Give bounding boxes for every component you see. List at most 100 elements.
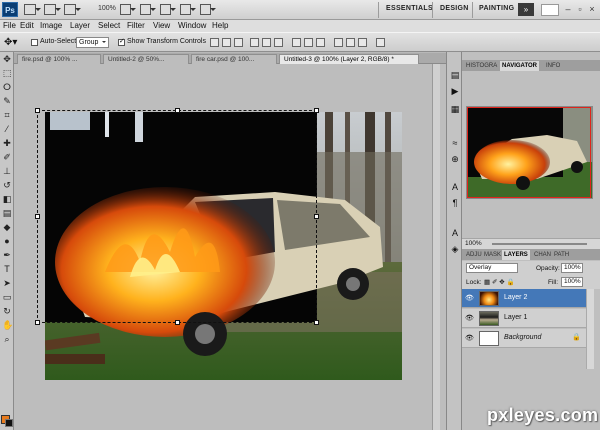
distribute-left-icon[interactable]: [334, 38, 343, 47]
navigator-view-box[interactable]: [467, 107, 591, 198]
menu-edit[interactable]: Edit: [20, 21, 34, 30]
zoom-tool-icon[interactable]: [140, 4, 156, 15]
3d-rotate-tool-icon[interactable]: ↻: [2, 306, 12, 316]
align-vertical-center-icon[interactable]: [222, 38, 231, 47]
dock-actions-icon[interactable]: ▶: [450, 86, 460, 96]
rotate-view-icon[interactable]: [160, 4, 176, 15]
move-tool-icon[interactable]: ✥: [2, 54, 12, 64]
workspace-essentials[interactable]: ESSENTIALS: [386, 5, 433, 12]
minimize-icon[interactable]: –: [563, 4, 573, 15]
menu-filter[interactable]: Filter: [127, 21, 145, 30]
visibility-eye-icon[interactable]: 👁: [465, 314, 474, 323]
tab-layers[interactable]: LAYERS: [502, 250, 530, 260]
dock-3d-icon[interactable]: A: [450, 228, 460, 238]
distribute-center-icon[interactable]: [304, 38, 313, 47]
vertical-scrollbar[interactable]: [432, 64, 440, 430]
pen-tool-icon[interactable]: ✒: [2, 250, 12, 260]
dock-paragraph-icon[interactable]: ¶: [450, 198, 460, 208]
mini-bridge-icon[interactable]: [44, 4, 61, 15]
navigator-zoom-value[interactable]: 100%: [465, 240, 482, 247]
history-brush-tool-icon[interactable]: ↺: [2, 180, 12, 190]
crop-tool-icon[interactable]: ⌗: [2, 110, 12, 120]
distribute-right-icon[interactable]: [358, 38, 367, 47]
document-image[interactable]: [45, 112, 402, 380]
dock-styles-icon[interactable]: ◈: [450, 244, 460, 254]
menu-select[interactable]: Select: [98, 21, 120, 30]
move-tool-preset-icon[interactable]: ✥▾: [4, 37, 17, 48]
quick-select-tool-icon[interactable]: ✎: [2, 96, 12, 106]
distribute-hcenter-icon[interactable]: [346, 38, 355, 47]
menu-view[interactable]: View: [153, 21, 170, 30]
tab-histogram[interactable]: HISTOGRA: [464, 61, 499, 71]
dodge-tool-icon[interactable]: ●: [2, 236, 12, 246]
gradient-tool-icon[interactable]: ▤: [2, 208, 12, 218]
bridge-icon[interactable]: [24, 4, 41, 15]
hand-tool-icon-2[interactable]: ✋: [2, 320, 13, 330]
menu-help[interactable]: Help: [212, 21, 228, 30]
blur-tool-icon[interactable]: ◆: [2, 222, 12, 232]
type-tool-icon[interactable]: T: [2, 264, 12, 274]
tab-navigator[interactable]: NAVIGATOR: [500, 61, 540, 71]
workspace-design[interactable]: DESIGN: [440, 5, 469, 12]
opacity-input[interactable]: 100%: [561, 263, 583, 273]
tab-untitled-3[interactable]: Untitled-3 @ 100% (Layer 2, RGB/8) *: [279, 54, 419, 64]
background-color-swatch[interactable]: [5, 419, 13, 427]
visibility-eye-icon[interactable]: 👁: [465, 334, 474, 343]
dock-brushes-icon[interactable]: ≈: [450, 138, 460, 148]
distribute-top-icon[interactable]: [292, 38, 301, 47]
tab-fire-psd[interactable]: fire.psd @ 100% ...: [17, 54, 101, 64]
align-bottom-icon[interactable]: [234, 38, 243, 47]
navigator-zoom-slider[interactable]: [492, 243, 587, 245]
visibility-eye-icon[interactable]: 👁: [465, 294, 474, 303]
auto-align-icon[interactable]: [376, 38, 385, 47]
align-left-icon[interactable]: [250, 38, 259, 47]
menu-image[interactable]: Image: [40, 21, 62, 30]
layer-name[interactable]: Layer 2: [504, 294, 527, 301]
menu-window[interactable]: Window: [178, 21, 206, 30]
clone-stamp-tool-icon[interactable]: ⊥: [2, 166, 12, 176]
close-icon[interactable]: ×: [587, 4, 597, 15]
show-transform-checkbox[interactable]: [118, 37, 125, 46]
screen-mode-icon[interactable]: [200, 4, 216, 15]
dock-swatches-icon[interactable]: ▦: [450, 104, 460, 114]
dock-clone-source-icon[interactable]: ⊕: [450, 154, 460, 164]
align-right-icon[interactable]: [274, 38, 283, 47]
lock-icons[interactable]: ▦ ✐ ✥ 🔒: [484, 278, 515, 286]
tab-fire-car[interactable]: fire car.psd @ 100...: [191, 54, 277, 64]
arrange-documents-icon[interactable]: [180, 4, 196, 15]
dock-character-icon[interactable]: A: [450, 182, 460, 192]
hand-tool-icon[interactable]: [120, 4, 136, 15]
eyedropper-tool-icon[interactable]: ⁄: [2, 124, 12, 134]
view-extras-icon[interactable]: [64, 4, 81, 15]
layer-name[interactable]: Background: [504, 334, 541, 341]
tab-channels[interactable]: CHAN: [532, 250, 553, 260]
fill-input[interactable]: 100%: [561, 277, 583, 287]
align-horizontal-center-icon[interactable]: [262, 38, 271, 47]
layer-row-layer-2[interactable]: 👁 Layer 2: [462, 289, 586, 308]
restore-icon[interactable]: ▫: [575, 4, 585, 15]
menu-file[interactable]: File: [3, 21, 16, 30]
layer-row-background[interactable]: 👁 Background 🔒: [462, 329, 586, 348]
blend-mode-dropdown[interactable]: Overlay: [466, 263, 518, 273]
more-workspaces-button[interactable]: »: [518, 3, 534, 16]
align-top-icon[interactable]: [210, 38, 219, 47]
zoom-tool-icon-2[interactable]: ⌕: [2, 334, 12, 344]
healing-brush-tool-icon[interactable]: ✚: [2, 138, 12, 148]
search-input[interactable]: [541, 4, 559, 16]
auto-select-checkbox[interactable]: [31, 39, 38, 46]
shape-tool-icon[interactable]: ▭: [2, 292, 12, 302]
auto-select-dropdown[interactable]: Group: [76, 37, 109, 48]
layers-scrollbar[interactable]: [586, 289, 594, 369]
eraser-tool-icon[interactable]: ◧: [2, 194, 12, 204]
workspace-painting[interactable]: PAINTING: [479, 5, 514, 12]
marquee-tool-icon[interactable]: ⬚: [2, 68, 12, 78]
path-select-tool-icon[interactable]: ➤: [2, 278, 12, 288]
tab-paths[interactable]: PATH: [552, 250, 571, 260]
lasso-tool-icon[interactable]: ⵔ: [2, 82, 12, 92]
layer-row-layer-1[interactable]: 👁 Layer 1: [462, 309, 586, 328]
zoom-level[interactable]: 100%: [98, 5, 116, 12]
distribute-bottom-icon[interactable]: [316, 38, 325, 47]
tab-info[interactable]: INFO: [544, 61, 562, 71]
brush-tool-icon[interactable]: ✐: [2, 152, 12, 162]
dock-history-icon[interactable]: ▤: [450, 70, 460, 80]
